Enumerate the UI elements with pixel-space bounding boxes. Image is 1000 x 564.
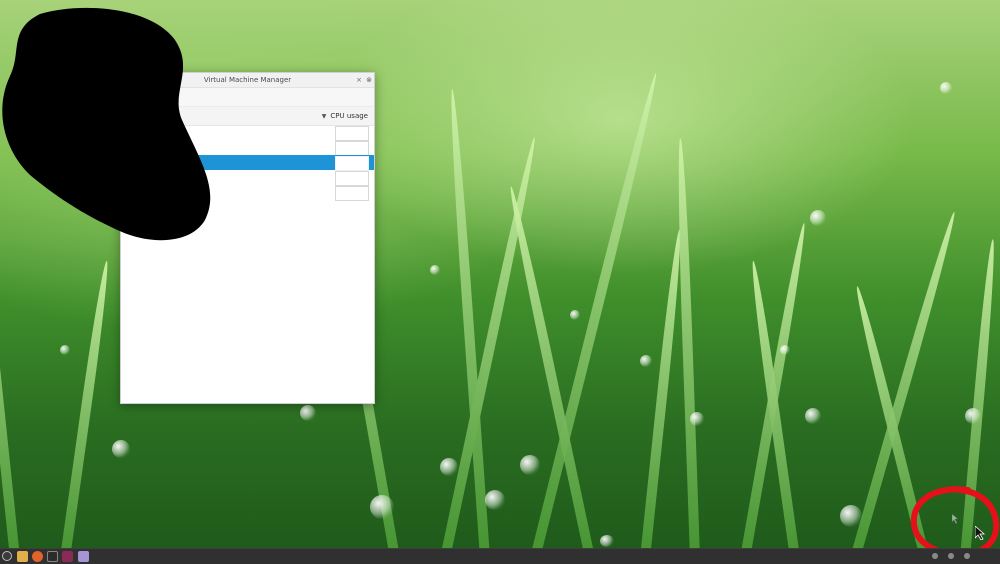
chevron-down-icon[interactable]: ▼ (322, 113, 327, 120)
minimize-button[interactable]: × (354, 75, 364, 85)
dew-drop (805, 408, 821, 424)
redaction-mark (2, 7, 211, 241)
tray-icon[interactable] (932, 553, 938, 559)
dew-drop (430, 265, 440, 275)
grass-blade (0, 199, 20, 548)
app-icon[interactable] (78, 551, 89, 562)
cpu-usage-column-label[interactable]: CPU usage (330, 112, 368, 120)
dew-drop (520, 455, 540, 475)
dew-drop (370, 495, 394, 519)
cpu-usage-graph (335, 186, 369, 201)
dew-drop (780, 345, 790, 355)
dew-drop (840, 505, 862, 527)
dew-drop (112, 440, 130, 458)
cpu-usage-graph (335, 171, 369, 186)
dew-drop (640, 355, 652, 367)
dew-drop (440, 458, 458, 476)
menu-icon[interactable] (2, 551, 12, 561)
terminal-icon[interactable] (47, 551, 58, 562)
grass-blade (640, 229, 685, 548)
files-icon[interactable] (17, 551, 28, 562)
cpu-usage-graph (335, 141, 369, 156)
dew-drop (690, 412, 704, 426)
dew-drop (60, 345, 70, 355)
dew-drop (300, 405, 316, 421)
ghost-cursor-icon (952, 514, 959, 524)
tray-icon[interactable] (964, 553, 970, 559)
close-button[interactable]: ⊗ (364, 75, 374, 85)
dew-drop (810, 210, 826, 226)
dew-drop (570, 310, 580, 320)
grass-blade (675, 138, 700, 548)
system-tray[interactable] (924, 553, 994, 560)
virt-manager-icon[interactable] (62, 551, 73, 562)
dew-drop (600, 535, 614, 547)
cpu-usage-graph (335, 156, 369, 171)
firefox-icon[interactable] (32, 551, 43, 562)
dew-drop (965, 408, 981, 424)
dew-drop (940, 82, 952, 94)
grass-blade (60, 260, 112, 548)
taskbar (0, 548, 1000, 564)
cpu-usage-graph (335, 126, 369, 141)
tray-icon[interactable] (948, 553, 954, 559)
mouse-cursor-icon (975, 526, 985, 540)
grass-blade (447, 88, 490, 548)
dew-drop (485, 490, 505, 510)
grass-blade (530, 71, 661, 548)
